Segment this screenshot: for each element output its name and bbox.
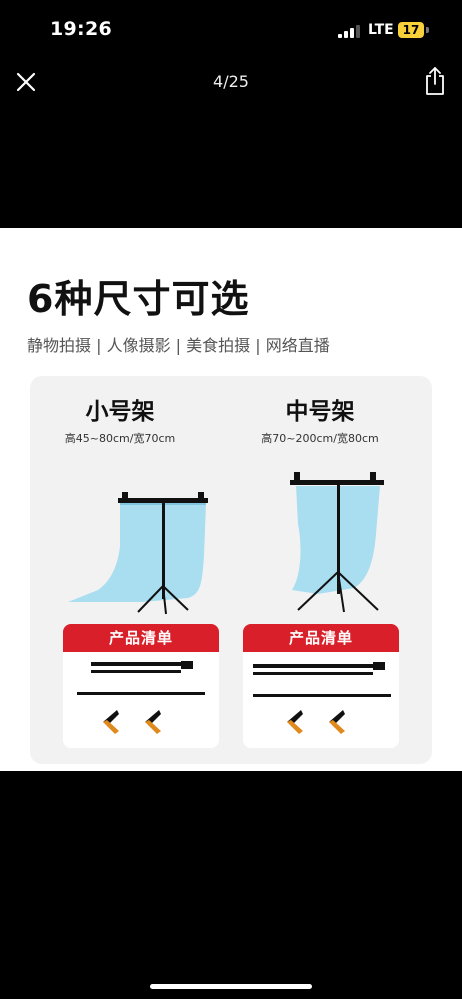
signal-icon xyxy=(338,25,360,38)
home-indicator[interactable] xyxy=(150,984,312,989)
medium-stand-parts-icon xyxy=(253,662,391,734)
page-indicator: 4/25 xyxy=(213,72,249,91)
network-label: LTE xyxy=(368,22,394,38)
status-time: 19:26 xyxy=(50,18,112,40)
image-headline: 6种尺寸可选 xyxy=(27,277,250,321)
medium-stand-title: 中号架 xyxy=(285,399,355,425)
medium-stand-illustration xyxy=(290,472,384,613)
product-image[interactable]: 6种尺寸可选 静物拍摄 | 人像摄影 | 美食拍摄 | 网络直播 小号架 高45… xyxy=(0,228,462,771)
image-subline: 静物拍摄 | 人像摄影 | 美食拍摄 | 网络直播 xyxy=(27,336,330,355)
small-stand-size: 高45~80cm/宽70cm xyxy=(64,432,176,445)
medium-stand-size: 高70~200cm/宽80cm xyxy=(261,432,379,445)
share-icon[interactable] xyxy=(423,66,447,96)
medium-stand-contents-card: 产品清单 xyxy=(243,624,399,748)
medium-stand-contents-label: 产品清单 xyxy=(243,624,399,652)
small-stand-contents-card: 产品清单 xyxy=(63,624,219,748)
battery-level: 17 xyxy=(402,23,420,37)
size-comparison-panel: 小号架 高45~80cm/宽70cm 产品清单 中号架 高70~200cm/宽8… xyxy=(30,376,432,764)
small-stand-parts-icon xyxy=(77,661,205,734)
small-stand-contents-label: 产品清单 xyxy=(63,624,219,652)
battery-icon: 17 xyxy=(398,22,424,38)
battery-cap xyxy=(426,27,429,33)
small-stand-illustration xyxy=(68,492,208,615)
small-stand-title: 小号架 xyxy=(85,399,155,425)
